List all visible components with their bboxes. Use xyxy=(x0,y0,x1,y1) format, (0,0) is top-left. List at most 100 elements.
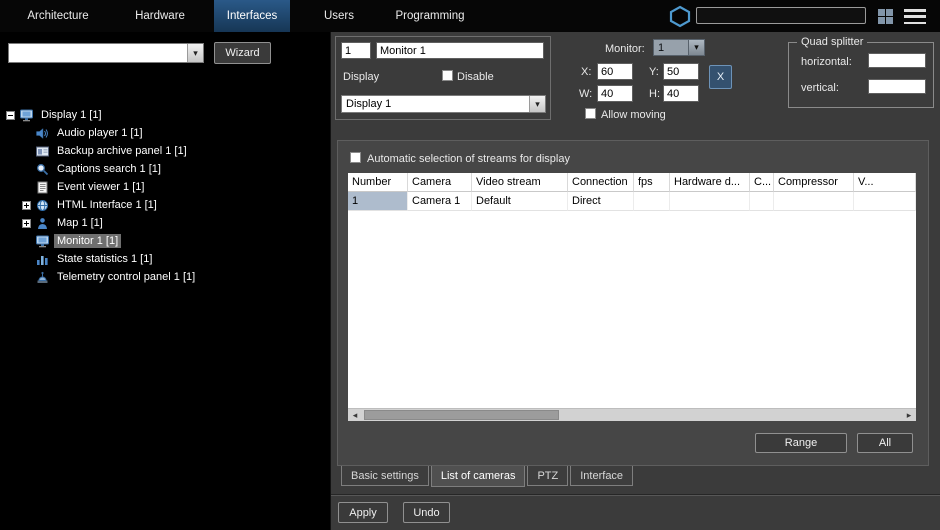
tree-item-event-viewer[interactable]: Event viewer 1 [1] xyxy=(4,178,328,196)
horizontal-field[interactable] xyxy=(868,53,926,68)
chevron-down-icon[interactable] xyxy=(529,96,545,112)
grid-view-icon[interactable] xyxy=(878,9,894,24)
expand-icon[interactable] xyxy=(22,219,31,228)
settings-tabs: Basic settings List of cameras PTZ Inter… xyxy=(341,466,635,487)
table-header-row: Number Camera Video stream Connection fp… xyxy=(348,173,916,192)
w-field[interactable] xyxy=(597,85,633,102)
chevron-down-icon[interactable] xyxy=(688,40,704,55)
tree-item-label[interactable]: Captions search 1 [1] xyxy=(54,162,164,176)
tab-list-of-cameras[interactable]: List of cameras xyxy=(431,466,526,487)
allow-moving-checkbox[interactable] xyxy=(585,108,596,119)
quad-splitter-group: Quad splitter horizontal: vertical: xyxy=(788,42,934,108)
collapse-icon[interactable] xyxy=(6,111,15,120)
column-header[interactable]: Camera xyxy=(408,173,472,192)
horizontal-scrollbar[interactable] xyxy=(348,408,916,421)
tree-item-state-statistics[interactable]: State statistics 1 [1] xyxy=(4,250,328,268)
display-label: Display xyxy=(343,71,379,83)
range-button[interactable]: Range xyxy=(755,433,847,453)
event-list-icon xyxy=(35,181,50,194)
object-id-field[interactable] xyxy=(341,42,371,59)
y-field[interactable] xyxy=(663,63,699,80)
tree-item-label[interactable]: Backup archive panel 1 [1] xyxy=(54,144,190,158)
tree-item-label[interactable]: State statistics 1 [1] xyxy=(54,252,155,266)
hamburger-menu-icon[interactable] xyxy=(904,9,926,24)
object-tree: Display 1 [1] Audio player 1 [1] Backup … xyxy=(4,106,328,286)
expand-icon[interactable] xyxy=(22,201,31,210)
tab-interface[interactable]: Interface xyxy=(570,466,633,486)
magnifier-icon xyxy=(35,163,50,176)
tree-item-captions-search[interactable]: Captions search 1 [1] xyxy=(4,160,328,178)
allow-moving-label: Allow moving xyxy=(601,109,666,121)
display-select[interactable]: Display 1 xyxy=(341,95,546,113)
table-cell-camera[interactable]: Camera 1 xyxy=(408,192,472,211)
column-header[interactable]: Connection xyxy=(568,173,634,192)
column-header[interactable]: Video stream xyxy=(472,173,568,192)
tab-architecture[interactable]: Architecture xyxy=(10,0,106,32)
table-cell-fps[interactable] xyxy=(634,192,670,211)
column-header[interactable]: V... xyxy=(854,173,916,192)
chevron-down-icon[interactable] xyxy=(187,44,203,62)
column-header[interactable]: fps xyxy=(634,173,670,192)
app-window: Architecture Hardware Interfaces Users P… xyxy=(0,0,940,530)
column-header[interactable]: C... xyxy=(750,173,774,192)
tree-item-label[interactable]: Telemetry control panel 1 [1] xyxy=(54,270,198,284)
vertical-field[interactable] xyxy=(868,79,926,94)
tab-users[interactable]: Users xyxy=(316,0,362,32)
tree-item-label[interactable]: HTML Interface 1 [1] xyxy=(54,198,160,212)
wizard-button[interactable]: Wizard xyxy=(214,42,271,64)
monitor-select[interactable]: 1 xyxy=(653,39,705,56)
tab-basic-settings[interactable]: Basic settings xyxy=(341,466,429,486)
tab-programming[interactable]: Programming xyxy=(392,0,468,32)
tree-item-audio-player[interactable]: Audio player 1 [1] xyxy=(4,124,328,142)
tree-item-label[interactable]: Event viewer 1 [1] xyxy=(54,180,147,194)
tree-item-label[interactable]: Audio player 1 [1] xyxy=(54,126,146,140)
vertical-label: vertical: xyxy=(801,82,839,94)
all-button[interactable]: All xyxy=(857,433,913,453)
apply-button[interactable]: Apply xyxy=(338,502,388,523)
column-header[interactable]: Number xyxy=(348,173,408,192)
table-cell-number[interactable]: 1 xyxy=(348,192,408,211)
tab-hardware[interactable]: Hardware xyxy=(120,0,200,32)
object-name-field[interactable] xyxy=(376,42,544,59)
tree-item-label[interactable]: Map 1 [1] xyxy=(54,216,106,230)
display-select-value: Display 1 xyxy=(342,98,529,110)
column-header[interactable]: Compressor xyxy=(774,173,854,192)
tree-item-display[interactable]: Display 1 [1] xyxy=(4,106,328,124)
scrollbar-thumb[interactable] xyxy=(364,410,559,420)
scroll-right-icon[interactable] xyxy=(902,409,916,421)
tree-item-monitor[interactable]: Monitor 1 [1] xyxy=(4,232,328,250)
scroll-left-icon[interactable] xyxy=(348,409,362,421)
table-cell-c[interactable] xyxy=(750,192,774,211)
tree-item-label-selected[interactable]: Monitor 1 [1] xyxy=(54,234,121,248)
monitor-select-value: 1 xyxy=(654,42,688,54)
footer-divider-highlight xyxy=(331,495,940,496)
settings-panel: Display Disable Display 1 Monitor: 1 X: … xyxy=(330,32,940,530)
x-field[interactable] xyxy=(597,63,633,80)
undo-button[interactable]: Undo xyxy=(403,502,450,523)
search-input[interactable] xyxy=(696,7,866,24)
column-header[interactable]: Hardware d... xyxy=(670,173,750,192)
tree-item-telemetry[interactable]: Telemetry control panel 1 [1] xyxy=(4,268,328,286)
tab-interfaces[interactable]: Interfaces xyxy=(214,0,290,32)
tree-filter-combobox[interactable] xyxy=(8,43,204,63)
object-tree-sidebar: Wizard Display 1 [1] Audio player 1 [1] xyxy=(0,32,330,530)
table-row[interactable]: 1 Camera 1 Default Direct xyxy=(348,192,916,211)
tree-item-map[interactable]: Map 1 [1] xyxy=(4,214,328,232)
table-cell-v[interactable] xyxy=(854,192,916,211)
auto-streams-checkbox[interactable] xyxy=(350,152,361,163)
horizontal-label: horizontal: xyxy=(801,56,852,68)
audio-icon xyxy=(35,127,50,140)
table-cell-compressor[interactable] xyxy=(774,192,854,211)
clear-position-button[interactable]: X xyxy=(709,65,732,89)
h-field[interactable] xyxy=(663,85,699,102)
bar-chart-icon xyxy=(35,253,50,266)
table-cell-hardware[interactable] xyxy=(670,192,750,211)
disable-checkbox[interactable] xyxy=(442,70,453,81)
tree-item-label[interactable]: Display 1 [1] xyxy=(38,108,105,122)
telemetry-icon xyxy=(35,271,50,284)
tree-item-html-interface[interactable]: HTML Interface 1 [1] xyxy=(4,196,328,214)
table-cell-connection[interactable]: Direct xyxy=(568,192,634,211)
tab-ptz[interactable]: PTZ xyxy=(527,466,568,486)
table-cell-video-stream[interactable]: Default xyxy=(472,192,568,211)
tree-item-backup-archive[interactable]: Backup archive panel 1 [1] xyxy=(4,142,328,160)
